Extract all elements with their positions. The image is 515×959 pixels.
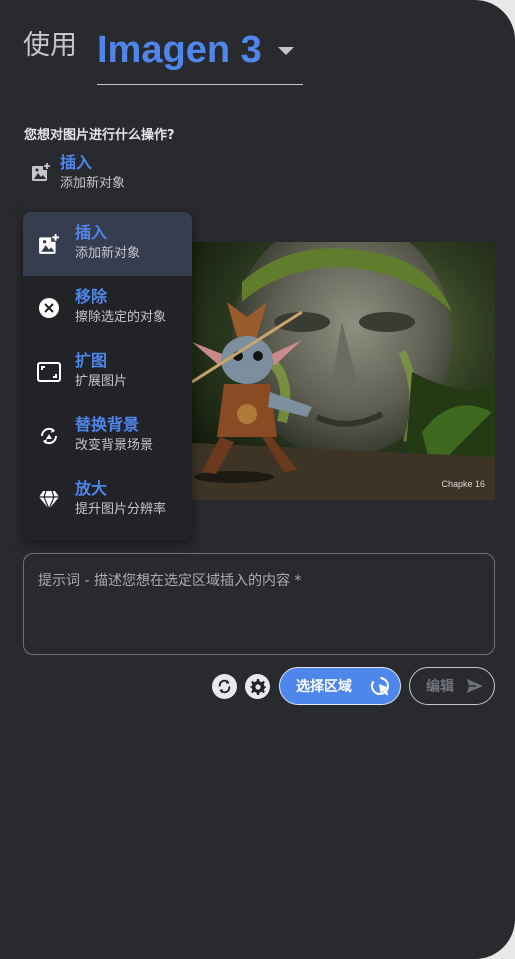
current-operation[interactable]: 插入 添加新对象 (24, 152, 125, 194)
model-name: Imagen 3 (97, 29, 262, 71)
source-image[interactable]: Chapke 16 (172, 242, 495, 500)
current-operation-title: 插入 (60, 153, 93, 172)
cursor-select-icon (370, 676, 392, 702)
menu-item-replace-background[interactable]: 替换背景 改变背景场景 (23, 404, 192, 468)
prompt-field-container (23, 553, 495, 655)
menu-item-expand[interactable]: 扩图 扩展图片 (23, 340, 192, 404)
image-add-icon (24, 152, 60, 192)
header: 使用 (23, 26, 77, 66)
menu-item-description: 改变背景场景 (75, 438, 154, 453)
image-add-icon (23, 222, 75, 266)
current-operation-description: 添加新对象 (60, 176, 126, 191)
menu-item-description: 扩展图片 (75, 374, 128, 389)
menu-item-title: 放大 (75, 479, 108, 498)
gear-icon (249, 678, 266, 695)
menu-item-title: 移除 (75, 287, 108, 306)
prompt-input[interactable] (38, 570, 480, 638)
watermark: Chapke 16 (441, 479, 485, 489)
menu-item-description: 擦除选定的对象 (75, 310, 167, 325)
edit-panel: 使用 Imagen 3 您想对图片进行什么操作? 插入 添加新对象 Chapke… (0, 0, 515, 959)
edit-button[interactable]: 编辑 (409, 667, 495, 705)
diamond-icon (23, 478, 75, 522)
remove-circle-icon (23, 286, 75, 330)
use-label: 使用 (23, 30, 77, 61)
chevron-down-icon[interactable] (278, 47, 294, 55)
menu-item-title: 替换背景 (75, 415, 140, 434)
menu-item-insert[interactable]: 插入 添加新对象 (23, 212, 192, 276)
select-area-label: 选择区域 (296, 679, 352, 695)
menu-item-upscale[interactable]: 放大 提升图片分辨率 (23, 468, 192, 532)
menu-item-description: 提升图片分辨率 (75, 502, 167, 517)
refresh-icon (218, 679, 231, 694)
expand-frame-icon (23, 350, 75, 394)
select-area-button[interactable]: 选择区域 (279, 667, 401, 705)
menu-item-title: 插入 (75, 223, 108, 242)
replace-background-icon (23, 414, 75, 458)
menu-item-description: 添加新对象 (75, 246, 141, 261)
jungle-statue-illustration: Chapke 16 (172, 242, 495, 500)
settings-button[interactable] (245, 674, 270, 699)
operation-question: 您想对图片进行什么操作? (24, 128, 175, 143)
edit-label: 编辑 (426, 679, 454, 695)
operation-menu: 插入 添加新对象 移除 擦除选定的对象 扩图 扩展图片 替换背景 改变背景场景 … (23, 212, 192, 540)
refresh-button[interactable] (212, 674, 237, 699)
send-icon (466, 678, 484, 698)
menu-item-remove[interactable]: 移除 擦除选定的对象 (23, 276, 192, 340)
model-select[interactable]: Imagen 3 (97, 26, 303, 85)
menu-item-title: 扩图 (75, 351, 108, 370)
